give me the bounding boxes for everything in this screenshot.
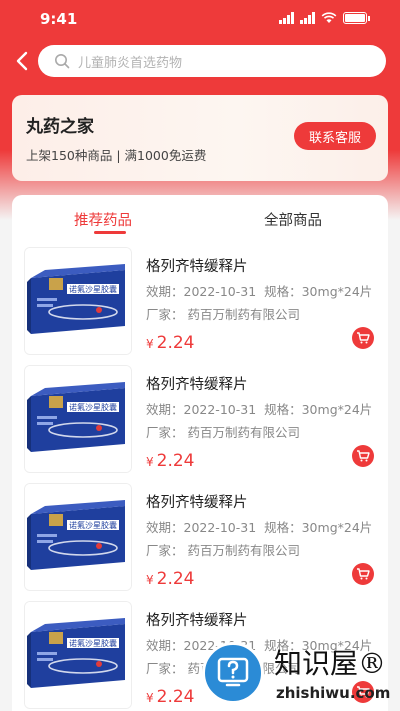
- product-spec: 规格：30mg*24片: [264, 520, 373, 535]
- price-value: 2.24: [156, 569, 195, 589]
- contact-service-button[interactable]: 联系客服: [294, 122, 376, 150]
- product-name[interactable]: 格列齐特缓释片: [146, 255, 248, 276]
- product-panel: 推荐药品 全部商品 诺氟沙星胶囊 格列齐特缓释片 效期：2022-10-31 规…: [12, 195, 388, 711]
- medicine-box-image: 诺氟沙星胶囊: [25, 366, 131, 472]
- add-to-cart-button[interactable]: [352, 327, 374, 349]
- status-icons: [279, 12, 370, 24]
- medicine-box-image: 诺氟沙星胶囊: [25, 248, 131, 354]
- product-expiry: 效期：2022-10-31: [146, 402, 257, 417]
- product-name[interactable]: 格列齐特缓释片: [146, 491, 248, 512]
- package-text: 诺氟沙星胶囊: [69, 284, 117, 294]
- product-expiry: 效期：2022-10-31: [146, 520, 257, 535]
- monitor-question-icon: [217, 657, 249, 687]
- product-name[interactable]: 格列齐特缓释片: [146, 373, 248, 394]
- cellular-signal-icon-2: [300, 12, 315, 24]
- product-price: ¥2.24: [146, 687, 195, 707]
- status-bar: 9:41: [0, 0, 400, 38]
- add-to-cart-button[interactable]: [352, 563, 374, 585]
- product-price: ¥2.24: [146, 451, 195, 471]
- product-image[interactable]: 诺氟沙星胶囊: [24, 483, 132, 591]
- product-item[interactable]: 诺氟沙星胶囊 格列齐特缓释片 效期：2022-10-31 规格：30mg*24片…: [12, 247, 388, 365]
- search-input[interactable]: 儿童肺炎首选药物: [38, 45, 386, 77]
- wifi-icon: [321, 12, 337, 23]
- product-image[interactable]: 诺氟沙星胶囊: [24, 365, 132, 473]
- watermark-title: 知识屋®: [274, 647, 387, 680]
- product-spec: 规格：30mg*24片: [264, 284, 373, 299]
- add-to-cart-button[interactable]: [352, 445, 374, 467]
- status-time: 9:41: [40, 10, 78, 28]
- price-currency: ¥: [146, 573, 154, 587]
- price-value: 2.24: [156, 333, 195, 353]
- product-maker: 厂家： 药百万制药有限公司: [146, 543, 300, 558]
- battery-icon: [343, 12, 367, 24]
- product-spec: 规格：30mg*24片: [264, 402, 373, 417]
- medicine-box-image: 诺氟沙星胶囊: [25, 484, 131, 590]
- price-currency: ¥: [146, 455, 154, 469]
- price-value: 2.24: [156, 451, 195, 471]
- chevron-left-icon: [16, 51, 28, 71]
- product-maker: 厂家： 药百万制药有限公司: [146, 425, 300, 440]
- product-price: ¥2.24: [146, 569, 195, 589]
- cellular-signal-icon: [279, 12, 294, 24]
- medicine-box-image: 诺氟沙星胶囊: [25, 602, 131, 708]
- tab-all-products[interactable]: 全部商品: [264, 209, 322, 230]
- price-currency: ¥: [146, 337, 154, 351]
- search-placeholder: 儿童肺炎首选药物: [78, 55, 183, 71]
- product-maker: 厂家： 药百万制药有限公司: [146, 307, 300, 322]
- product-expiry-spec: 效期：2022-10-31 规格：30mg*24片: [146, 399, 372, 418]
- product-item[interactable]: 诺氟沙星胶囊 格列齐特缓释片 效期：2022-10-31 规格：30mg*24片…: [12, 365, 388, 483]
- tab-recommended[interactable]: 推荐药品: [74, 209, 132, 230]
- product-name[interactable]: 格列齐特缓释片: [146, 609, 248, 630]
- store-card: 丸药之家 上架150种商品 | 满1000免运费 联系客服: [12, 95, 388, 181]
- search-icon: [55, 54, 70, 69]
- cart-icon: [357, 568, 370, 580]
- watermark-logo: [202, 642, 264, 704]
- store-name: 丸药之家: [26, 117, 94, 137]
- back-button[interactable]: [10, 47, 34, 75]
- cart-icon: [357, 332, 370, 344]
- price-value: 2.24: [156, 687, 195, 707]
- package-text: 诺氟沙星胶囊: [69, 638, 117, 648]
- product-image[interactable]: 诺氟沙星胶囊: [24, 601, 132, 709]
- product-image[interactable]: 诺氟沙星胶囊: [24, 247, 132, 355]
- product-expiry: 效期：2022-10-31: [146, 284, 257, 299]
- store-meta: 上架150种商品 | 满1000免运费: [26, 148, 207, 163]
- product-expiry-spec: 效期：2022-10-31 规格：30mg*24片: [146, 281, 372, 300]
- active-tab-indicator: [94, 231, 126, 234]
- product-item[interactable]: 诺氟沙星胶囊 格列齐特缓释片 效期：2022-10-31 规格：30mg*24片…: [12, 483, 388, 601]
- watermark-url: zhishiwu.com: [276, 684, 391, 702]
- product-expiry-spec: 效期：2022-10-31 规格：30mg*24片: [146, 517, 372, 536]
- package-text: 诺氟沙星胶囊: [69, 520, 117, 530]
- price-currency: ¥: [146, 691, 154, 705]
- product-price: ¥2.24: [146, 333, 195, 353]
- battery-tip: [368, 15, 370, 21]
- watermark: 知识屋® zhishiwu.com: [200, 636, 400, 711]
- package-text: 诺氟沙星胶囊: [69, 402, 117, 412]
- cart-icon: [357, 450, 370, 462]
